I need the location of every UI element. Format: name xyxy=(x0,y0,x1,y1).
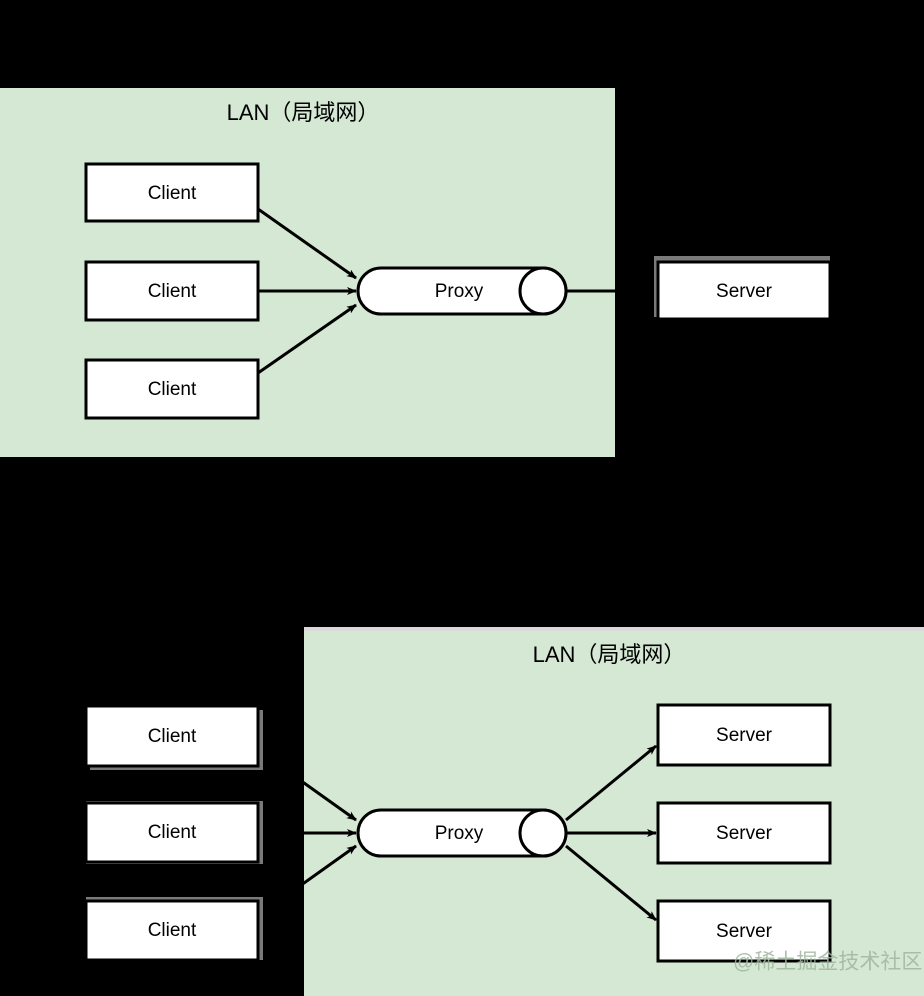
node-client-top-1-label: Client xyxy=(148,183,197,204)
node-proxy-top[interactable]: Proxy xyxy=(356,266,568,316)
diagram-svg: LAN（局域网） Client Client Client Proxy Serv… xyxy=(0,88,924,996)
node-client-bottom-1-label: Client xyxy=(148,726,197,747)
node-client-top-3[interactable]: Client xyxy=(84,358,260,420)
node-client-top-3-label: Client xyxy=(148,379,197,400)
node-server-bottom-2-label: Server xyxy=(716,823,773,844)
node-client-top-2-label: Client xyxy=(148,281,197,302)
diagram-forward-proxy: LAN（局域网） Client Client Client Proxy Serv… xyxy=(0,88,832,457)
node-client-bottom-3[interactable]: Client xyxy=(84,897,263,962)
node-server-bottom-2[interactable]: Server xyxy=(656,801,832,865)
diagram-canvas: LAN（局域网） Client Client Client Proxy Serv… xyxy=(0,0,924,996)
node-server-bottom-1-label: Server xyxy=(716,725,773,746)
node-client-bottom-1[interactable]: Client xyxy=(84,704,263,770)
node-proxy-top-cap xyxy=(518,266,568,316)
node-server-bottom-3-label: Server xyxy=(716,921,773,942)
node-client-bottom-2[interactable]: Client xyxy=(84,801,263,864)
diagram-reverse-proxy: LAN（局域网） Client Client Client Proxy Serv… xyxy=(0,627,924,996)
node-proxy-bottom-label: Proxy xyxy=(435,823,484,844)
node-proxy-bottom-cap xyxy=(518,808,568,858)
lan-panel-top-title: LAN（局域网） xyxy=(227,100,380,125)
node-client-top-1[interactable]: Client xyxy=(84,162,260,223)
node-server-top-1[interactable]: Server xyxy=(654,256,832,321)
node-proxy-bottom[interactable]: Proxy xyxy=(356,808,568,858)
node-client-bottom-3-label: Client xyxy=(148,920,197,941)
node-client-bottom-2-label: Client xyxy=(148,822,197,843)
node-server-bottom-1[interactable]: Server xyxy=(656,703,832,767)
watermark: @稀土掘金技术社区 xyxy=(733,951,922,974)
node-proxy-top-label: Proxy xyxy=(435,281,484,302)
node-server-top-1-label: Server xyxy=(716,281,773,302)
lan-panel-bottom-title: LAN（局域网） xyxy=(533,642,686,667)
node-client-top-2[interactable]: Client xyxy=(84,260,260,322)
